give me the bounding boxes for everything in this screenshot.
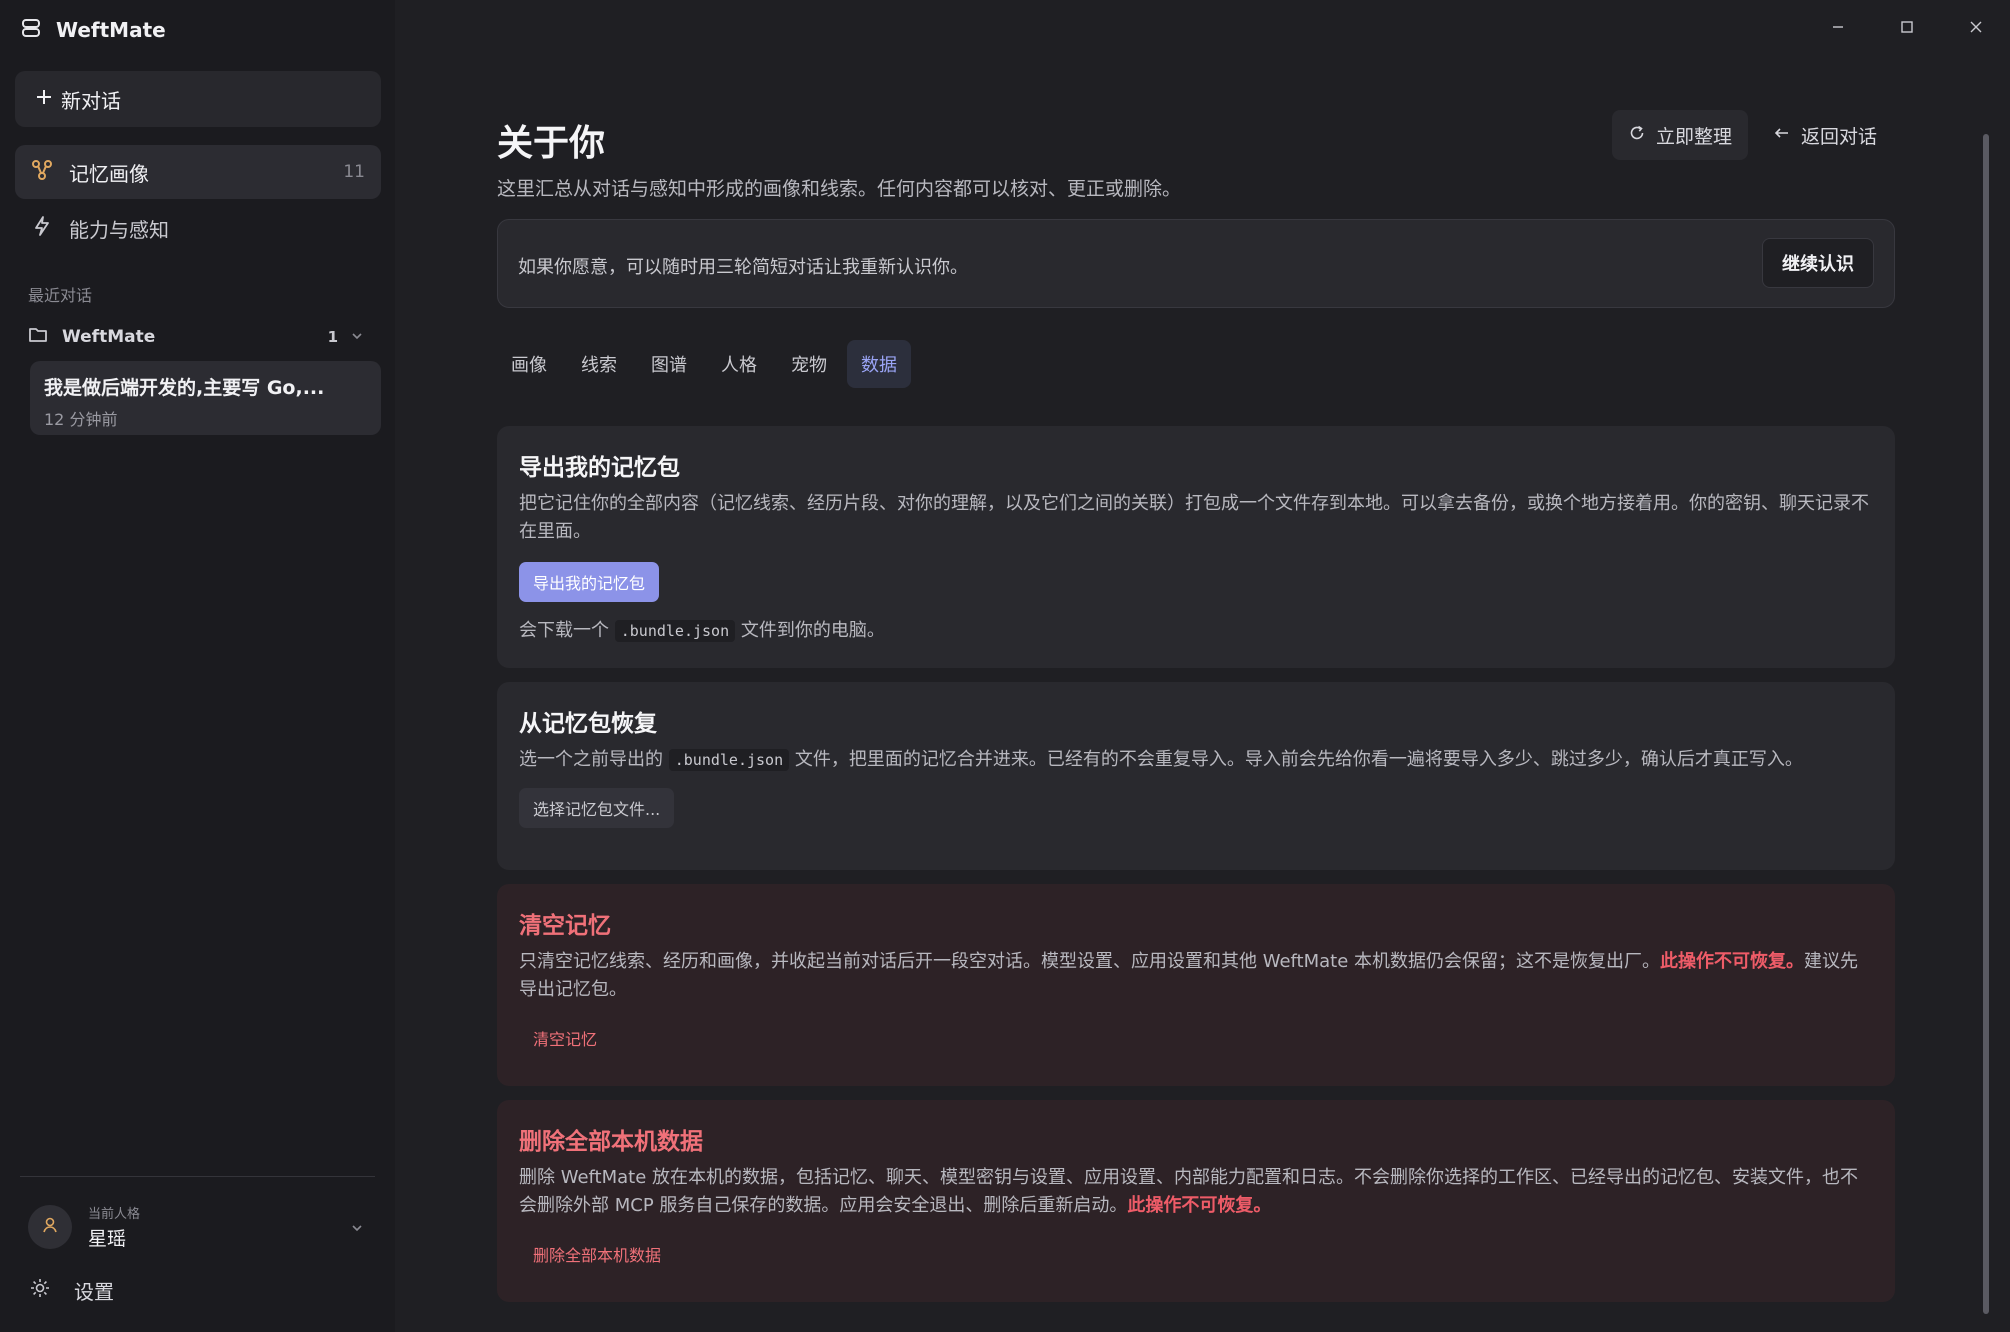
app-brand: WeftMate	[20, 14, 166, 46]
clear-memory-title: 清空记忆	[519, 913, 611, 939]
delete-all-data-card: 删除全部本机数据 删除 WeftMate 放在本机的数据，包括记忆、聊天、模型密…	[497, 1100, 1895, 1302]
choose-bundle-button[interactable]: 选择记忆包文件...	[519, 788, 675, 828]
database-icon	[20, 17, 42, 43]
clear-desc-warning: 此操作不可恢复。	[1660, 951, 1805, 972]
tab-clues[interactable]: 线索	[567, 340, 631, 388]
folder-name: WeftMate	[62, 327, 156, 347]
plus-icon	[35, 87, 53, 111]
delete-all-title: 删除全部本机数据	[519, 1129, 703, 1155]
back-to-chat-label: 返回对话	[1801, 125, 1878, 148]
sun-gear-icon	[30, 1278, 50, 1303]
tidy-now-label: 立即整理	[1655, 125, 1732, 148]
persona-label: 当前人格	[88, 1207, 141, 1222]
lightning-icon	[31, 215, 53, 242]
sidebar-item-label: 记忆画像	[69, 161, 149, 186]
minimize-icon	[1831, 19, 1845, 38]
conversation-item[interactable]: 我是做后端开发的,主要写 Go,... 12 分钟前	[30, 361, 381, 435]
chevron-down-icon[interactable]	[350, 328, 364, 348]
refresh-icon	[1628, 124, 1646, 147]
back-to-chat-button[interactable]: 返回对话	[1773, 110, 1893, 160]
restore-description: 选一个之前导出的 .bundle.json 文件，把里面的记忆合并进来。已经有的…	[519, 746, 1873, 774]
persona-selector[interactable]: 当前人格 星瑶	[28, 1202, 378, 1252]
restore-desc-filename: .bundle.json	[668, 749, 790, 771]
minimize-button[interactable]	[1803, 0, 1872, 56]
reintroduce-banner: 如果你愿意，可以随时用三轮简短对话让我重新认识你。 继续认识	[497, 219, 1895, 308]
scrollbar-thumb[interactable]	[1983, 134, 1989, 1314]
restore-desc-before: 选一个之前导出的	[519, 749, 663, 770]
new-chat-label: 新对话	[61, 88, 121, 113]
export-note-before: 会下载一个	[519, 620, 609, 641]
restore-desc-after: 文件，把里面的记忆合并进来。已经有的不会重复导入。导入前会先给你看一遍将要导入多…	[794, 749, 1803, 770]
arrow-left-icon	[1773, 124, 1791, 147]
tab-persona[interactable]: 人格	[707, 340, 771, 388]
banner-text: 如果你愿意，可以随时用三轮简短对话让我重新认识你。	[518, 257, 968, 278]
export-note: 会下载一个 .bundle.json 文件到你的电脑。	[519, 616, 1873, 642]
settings-button[interactable]: 设置	[30, 1276, 114, 1305]
export-title: 导出我的记忆包	[519, 455, 680, 481]
app-window: WeftMate 新对话 记忆画像 11 能力与感知 最近对话 WeftMate…	[0, 0, 2010, 1332]
tidy-now-button[interactable]: 立即整理	[1612, 110, 1748, 160]
page-subtitle: 这里汇总从对话与感知中形成的画像和线索。任何内容都可以核对、更正或删除。	[497, 178, 1182, 200]
export-button[interactable]: 导出我的记忆包	[519, 562, 660, 602]
scrollbar[interactable]	[1981, 120, 1991, 1332]
sidebar-item-abilities[interactable]: 能力与感知	[15, 201, 381, 255]
app-name: WeftMate	[56, 18, 166, 42]
clear-desc-before: 只清空记忆线索、经历和画像，并收起当前对话后开一段空对话。模型设置、应用设置和其…	[519, 951, 1661, 972]
delete-desc-warning: 此操作不可恢复。	[1127, 1195, 1272, 1216]
folder-weftmate[interactable]: WeftMate 1	[28, 322, 368, 352]
window-controls	[1803, 0, 2010, 56]
folder-count: 1	[327, 328, 338, 346]
conversation-time: 12 分钟前	[44, 410, 118, 429]
avatar	[28, 1205, 72, 1249]
chevron-down-icon	[350, 1220, 364, 1239]
graph-nodes-icon	[31, 159, 53, 186]
delete-all-description: 删除 WeftMate 放在本机的数据，包括记忆、聊天、模型密钥与设置、应用设置…	[519, 1164, 1873, 1220]
continue-button[interactable]: 继续认识	[1762, 238, 1874, 288]
export-card: 导出我的记忆包 把它记住你的全部内容（记忆线索、经历片段、对你的理解，以及它们之…	[497, 426, 1895, 668]
tab-data[interactable]: 数据	[847, 340, 911, 388]
tab-pet[interactable]: 宠物	[777, 340, 841, 388]
conversation-title: 我是做后端开发的,主要写 Go,...	[44, 377, 325, 399]
sidebar-item-memory-profile[interactable]: 记忆画像 11	[15, 145, 381, 199]
sidebar-item-label: 能力与感知	[69, 217, 169, 242]
tab-bar: 画像 线索 图谱 人格 宠物 数据	[497, 340, 911, 388]
user-icon	[40, 1215, 60, 1239]
maximize-button[interactable]	[1872, 0, 1941, 56]
clear-memory-card: 清空记忆 只清空记忆线索、经历和画像，并收起当前对话后开一段空对话。模型设置、应…	[497, 884, 1895, 1086]
clear-memory-button[interactable]: 清空记忆	[519, 1018, 611, 1058]
page-title: 关于你	[497, 123, 606, 164]
tab-profile[interactable]: 画像	[497, 340, 561, 388]
main-content: 关于你 这里汇总从对话与感知中形成的画像和线索。任何内容都可以核对、更正或删除。…	[395, 56, 1995, 1332]
clear-memory-description: 只清空记忆线索、经历和画像，并收起当前对话后开一段空对话。模型设置、应用设置和其…	[519, 948, 1873, 1004]
settings-label: 设置	[74, 1280, 114, 1304]
memory-count-badge: 11	[343, 162, 365, 182]
close-icon	[1969, 19, 1983, 38]
sidebar-divider	[20, 1176, 375, 1177]
close-button[interactable]	[1941, 0, 2010, 56]
export-description: 把它记住你的全部内容（记忆线索、经历片段、对你的理解，以及它们之间的关联）打包成…	[519, 493, 1869, 542]
sidebar: WeftMate 新对话 记忆画像 11 能力与感知 最近对话 WeftMate…	[0, 0, 395, 1332]
restore-card: 从记忆包恢复 选一个之前导出的 .bundle.json 文件，把里面的记忆合并…	[497, 682, 1895, 870]
persona-name: 星瑶	[88, 1228, 127, 1250]
restore-title: 从记忆包恢复	[519, 711, 657, 737]
recent-section-label: 最近对话	[28, 286, 93, 305]
export-note-after: 文件到你的电脑。	[740, 620, 885, 641]
folder-icon	[28, 326, 48, 349]
maximize-icon	[1900, 19, 1914, 38]
new-chat-button[interactable]: 新对话	[15, 71, 381, 127]
delete-all-button[interactable]: 删除全部本机数据	[519, 1234, 675, 1274]
export-note-filename: .bundle.json	[614, 620, 736, 642]
tab-graph[interactable]: 图谱	[637, 340, 701, 388]
